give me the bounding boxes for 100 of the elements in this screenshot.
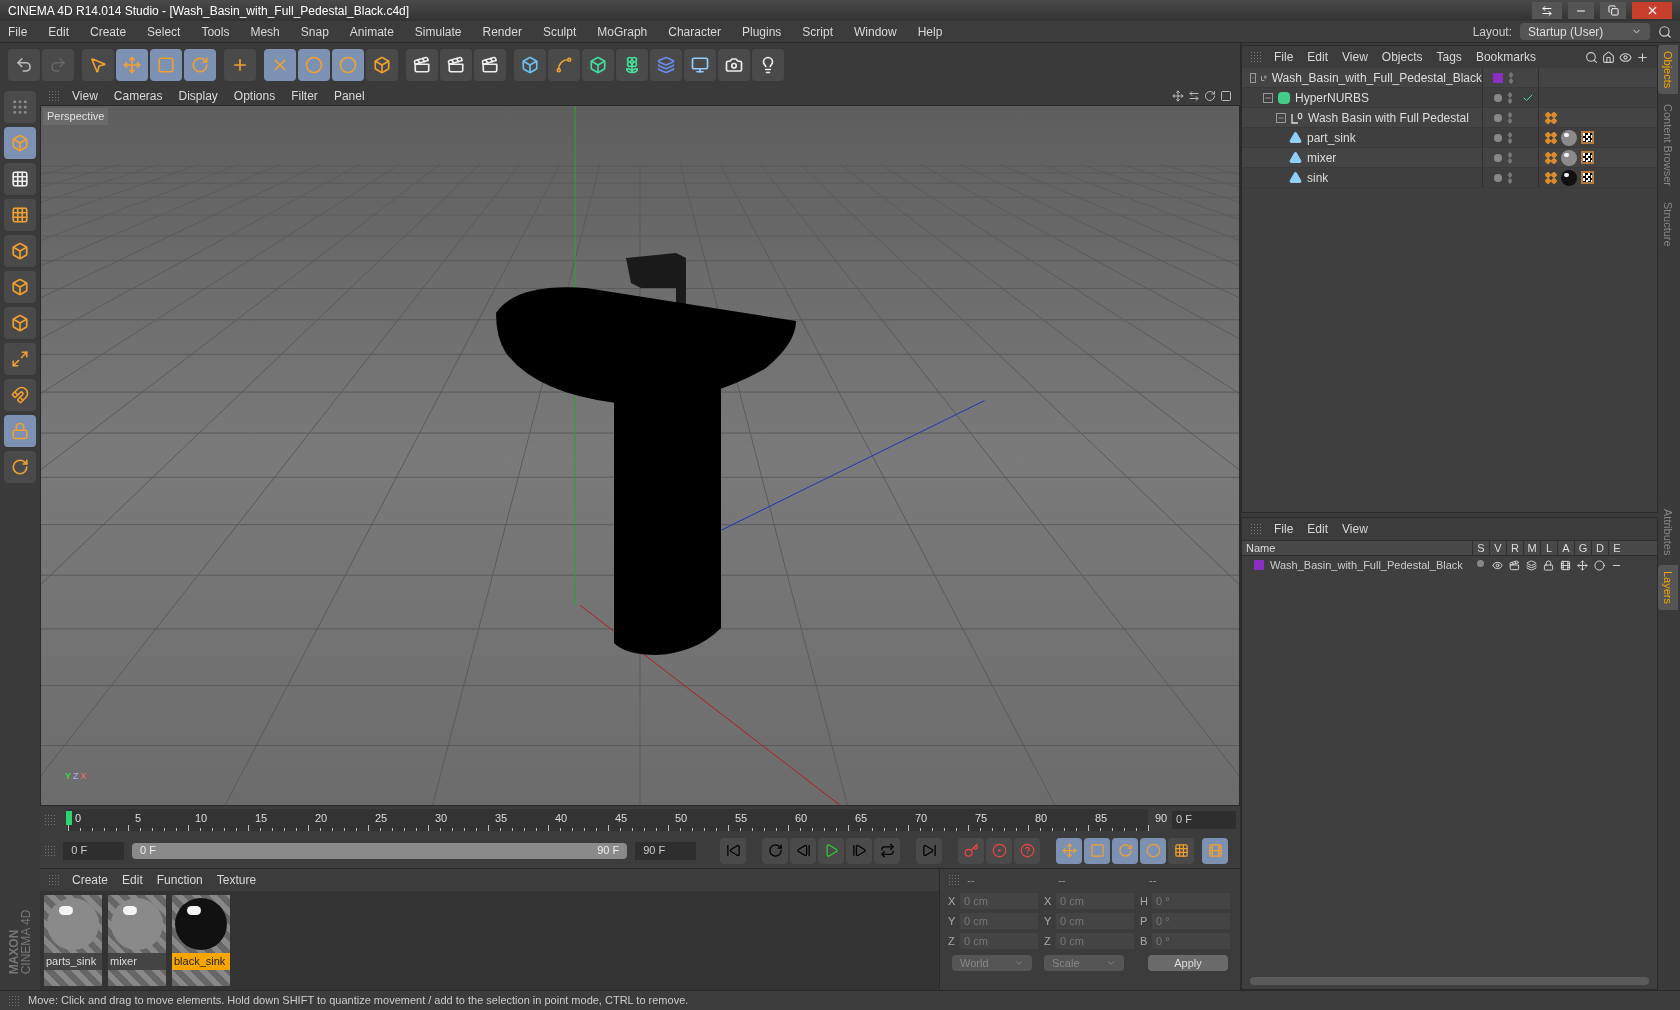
menu-item[interactable]: Create	[72, 871, 109, 889]
new-window-icon[interactable]	[1636, 50, 1649, 64]
resize-icon[interactable]	[1532, 2, 1562, 19]
rotate-key-icon[interactable]	[1112, 837, 1138, 864]
points-mode-icon[interactable]	[4, 235, 36, 267]
menu-item[interactable]: Sculpt	[542, 22, 577, 41]
menu-item[interactable]: File	[1274, 520, 1294, 538]
maximize-icon[interactable]	[1600, 2, 1626, 19]
column-header[interactable]: V	[1489, 539, 1506, 557]
key-icon[interactable]	[958, 837, 984, 864]
render-dots-icon[interactable]	[1508, 71, 1513, 84]
menu-item[interactable]: View	[1342, 520, 1368, 538]
current-frame-field[interactable]: 0 F	[1172, 810, 1236, 829]
search-icon[interactable]	[1585, 50, 1598, 64]
object-row[interactable]: sink	[1242, 168, 1657, 188]
start-frame-field[interactable]: 0 F	[63, 841, 125, 860]
cube-icon[interactable]	[514, 49, 546, 81]
render-dots-icon[interactable]	[1507, 111, 1512, 124]
layout-dropdown[interactable]: Startup (User)	[1520, 23, 1650, 40]
step-back-icon[interactable]	[790, 837, 816, 864]
menu-item[interactable]: Panel	[333, 87, 365, 105]
menu-item[interactable]: Edit	[1307, 48, 1329, 66]
planar-workplane-icon[interactable]	[4, 451, 36, 483]
menu-item[interactable]: Select	[147, 22, 181, 41]
menu-item[interactable]: Help	[917, 22, 943, 41]
menu-item[interactable]: Simulate	[414, 22, 462, 41]
column-header[interactable]: M	[1523, 539, 1540, 557]
step-forward-icon[interactable]	[846, 837, 872, 864]
menu-item[interactable]: View	[72, 87, 98, 105]
phong-tag-icon[interactable]	[1545, 111, 1557, 124]
menu-item[interactable]: Function	[156, 871, 203, 889]
zoom-icon[interactable]	[1188, 90, 1200, 102]
lock-icon[interactable]	[1543, 559, 1554, 571]
menu-item[interactable]: Filter	[291, 87, 318, 105]
menu-item[interactable]: Mesh	[250, 22, 280, 41]
home-icon[interactable]	[1602, 50, 1615, 64]
end-frame-field[interactable]: 90 F	[635, 841, 696, 860]
render-icon[interactable]	[1509, 559, 1520, 571]
menu-item[interactable]: Snap	[300, 22, 329, 41]
column-header[interactable]: R	[1506, 539, 1523, 557]
floor-icon[interactable]	[684, 49, 716, 81]
make-editable-icon[interactable]	[4, 91, 36, 123]
menu-item[interactable]: Display	[178, 87, 218, 105]
deformer-icon[interactable]	[650, 49, 682, 81]
select-tool-icon[interactable]	[82, 49, 114, 81]
manager-icon[interactable]	[1526, 559, 1537, 571]
collapse-icon[interactable]	[1263, 92, 1273, 103]
menu-item[interactable]: Window	[854, 22, 897, 41]
workplane-mode-icon[interactable]	[4, 199, 36, 231]
playhead-marker[interactable]	[66, 810, 72, 825]
layer-color-swatch[interactable]	[1254, 560, 1264, 570]
side-tab[interactable]: Objects	[1658, 45, 1678, 95]
uvw-tag-icon[interactable]	[1581, 151, 1594, 164]
render-dots-icon[interactable]	[1507, 91, 1512, 104]
array-icon[interactable]	[616, 49, 648, 81]
light-icon[interactable]	[752, 49, 784, 81]
render-settings-icon[interactable]	[474, 49, 506, 81]
viewport[interactable]: Perspective Y Z X	[40, 105, 1240, 806]
timeline-icon[interactable]	[1202, 837, 1228, 864]
column-header[interactable]: L	[1540, 539, 1557, 557]
material-tag-icon[interactable]	[1561, 169, 1577, 186]
coordinate-system-icon[interactable]	[366, 49, 398, 81]
menu-item[interactable]: Tools	[201, 22, 230, 41]
animation-icon[interactable]	[1560, 559, 1571, 571]
phong-tag-icon[interactable]	[1545, 131, 1557, 144]
menu-item[interactable]: Texture	[216, 871, 257, 889]
menu-item[interactable]: Script	[802, 22, 833, 41]
search-icon[interactable]	[1658, 24, 1672, 39]
orbit-icon[interactable]	[1204, 90, 1216, 102]
next-key-icon[interactable]	[874, 837, 900, 864]
go-to-end-icon[interactable]	[916, 837, 942, 864]
nurbs-icon[interactable]	[582, 49, 614, 81]
material-tag-icon[interactable]	[1561, 149, 1577, 166]
uvw-tag-icon[interactable]	[1581, 131, 1594, 144]
column-header[interactable]: Name	[1242, 539, 1472, 557]
previous-key-icon[interactable]	[762, 837, 788, 864]
add-tool-icon[interactable]	[224, 49, 256, 81]
side-tab[interactable]: Layers	[1658, 564, 1678, 610]
phong-tag-icon[interactable]	[1545, 171, 1557, 184]
parameter-key-icon[interactable]	[1140, 837, 1166, 864]
collapse-icon[interactable]	[1276, 112, 1286, 123]
snap-icon[interactable]	[4, 379, 36, 411]
menu-item[interactable]: Animate	[349, 22, 394, 41]
menu-item[interactable]: Character	[668, 22, 721, 41]
phong-tag-icon[interactable]	[1545, 151, 1557, 164]
collapse-icon[interactable]	[1250, 72, 1256, 83]
menu-item[interactable]: Edit	[48, 22, 70, 41]
generator-icon[interactable]	[1577, 559, 1588, 571]
pan-icon[interactable]	[1172, 90, 1184, 102]
scale-key-icon[interactable]	[1084, 837, 1110, 864]
edges-mode-icon[interactable]	[4, 271, 36, 303]
eye-icon[interactable]	[1619, 50, 1632, 64]
polygons-mode-icon[interactable]	[4, 307, 36, 339]
menu-item[interactable]: Create	[90, 22, 127, 41]
texture-mode-icon[interactable]	[4, 163, 36, 195]
render-view-icon[interactable]	[406, 49, 438, 81]
column-header[interactable]: G	[1574, 539, 1591, 557]
close-icon[interactable]	[1632, 2, 1672, 19]
column-header[interactable]: S	[1472, 539, 1489, 557]
camera-icon[interactable]	[718, 49, 750, 81]
